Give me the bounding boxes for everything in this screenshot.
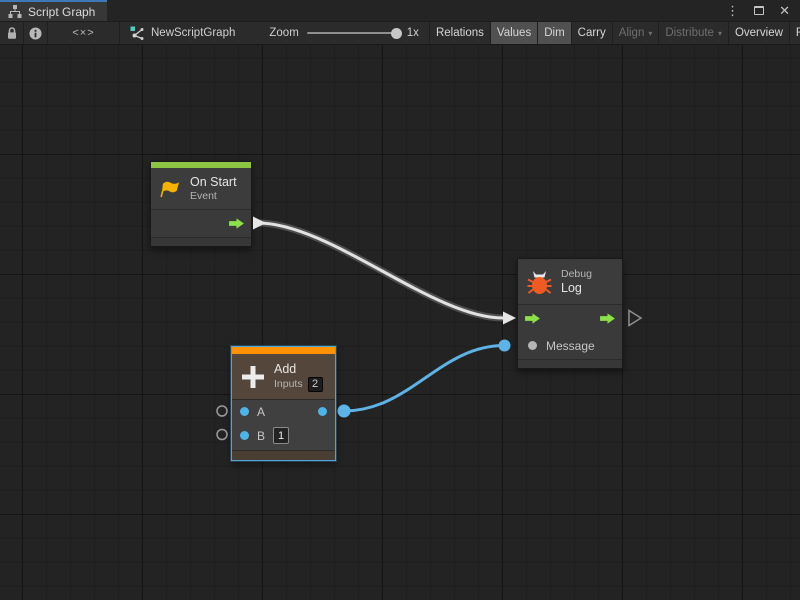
toolbar-button-overview[interactable]: Overview [728,22,789,44]
control-wire-halo [258,223,503,318]
toolbar-button-carry[interactable]: Carry [571,22,612,44]
message-port-label: Message [546,339,595,353]
message-input-port-dot[interactable] [528,341,537,350]
lock-button[interactable] [0,22,24,44]
trigger-output-port-arrow-icon[interactable] [227,217,246,230]
zoom-label: Zoom [269,27,298,39]
toolbar-button-dim[interactable]: Dim [537,22,570,44]
trigger-input-port-arrow-icon[interactable] [523,312,542,325]
node-subtitle: Inputs [274,378,303,391]
node-accent-bar [232,347,335,354]
control-wire-end-arrow-icon [503,312,516,325]
window-controls: ⋮ ✕ [726,0,800,21]
graph-asset-icon [130,26,145,41]
info-button[interactable] [24,22,48,44]
plus-icon [240,364,266,390]
maximize-icon[interactable] [754,6,764,15]
toolbar-button-values[interactable]: Values [490,22,537,44]
node-title: On Start [190,175,237,190]
value-wire-end-dot [499,340,511,352]
trigger-output-port-arrow-icon[interactable] [598,312,617,325]
toolbar-button-relations[interactable]: Relations [429,22,490,44]
toolbar-toggles: Relations Values Dim Carry Align▾ Distri… [429,22,800,44]
lock-icon [6,26,18,40]
zoom-slider[interactable] [307,32,399,34]
zoom-slider-knob[interactable] [391,28,402,39]
unconnected-flow-triangle-icon[interactable] [629,311,641,326]
value-input-a-port-dot[interactable] [240,407,249,416]
port-row-b: B 1 [232,423,335,448]
graph-toolbar: <×> NewScriptGraph Zoom 1x Relations Val… [0,21,800,45]
node-subtitle: Event [190,190,237,203]
graph-asset-button[interactable]: NewScriptGraph [120,22,245,44]
node-add[interactable]: Add Inputs 2 A B 1 [231,346,336,461]
node-header[interactable]: On Start Event [151,168,251,209]
close-icon[interactable]: ✕ [779,4,790,17]
kebab-menu-icon[interactable]: ⋮ [726,4,739,17]
node-header[interactable]: Add Inputs 2 [232,354,335,399]
info-icon [29,27,42,40]
graph-canvas[interactable]: On Start Event Debug Log [0,45,800,600]
node-port-section: A B 1 [232,399,335,450]
node-debug-log[interactable]: Debug Log Message [517,258,623,369]
control-wire[interactable] [258,223,503,318]
unconnected-input-b-circle-icon[interactable] [217,430,227,440]
toolbar-button-align[interactable]: Align▾ [612,22,659,44]
node-footer [151,237,251,246]
connection-layer [0,45,800,600]
port-b-label: B [257,429,265,443]
value-wire-start-dot [338,405,351,418]
graph-name: NewScriptGraph [151,27,235,39]
port-b-value-field[interactable]: 1 [273,427,289,444]
script-graph-tab-icon [8,5,22,18]
input-count-badge[interactable]: 2 [308,377,323,392]
toolbar-button-distribute[interactable]: Distribute▾ [658,22,728,44]
chevron-down-icon: ▾ [648,29,652,38]
node-header[interactable]: Debug Log [518,259,622,304]
flag-icon [159,179,182,198]
node-port-row [151,209,251,237]
port-row-a: A [232,400,335,423]
value-input-b-port-dot[interactable] [240,431,249,440]
chevron-down-icon: ▾ [718,29,722,38]
code-view-icon: <×> [72,27,94,39]
node-message-row: Message [518,332,622,359]
node-on-start[interactable]: On Start Event [150,161,252,247]
node-footer [518,359,622,368]
node-title: Add [274,362,323,377]
node-footer [232,450,335,460]
node-trigger-row [518,304,622,332]
toolbar-button-fullscreen[interactable]: Full S [789,22,800,44]
code-view-button[interactable]: <×> [48,22,120,44]
tab-title: Script Graph [28,5,95,19]
zoom-control: Zoom 1x [245,22,429,44]
tab-script-graph[interactable]: Script Graph [0,0,107,21]
node-category: Debug [561,268,592,281]
value-output-port-dot[interactable] [318,407,327,416]
node-title: Log [561,281,592,296]
unconnected-input-a-circle-icon[interactable] [217,406,227,416]
window-tab-bar: Script Graph ⋮ ✕ [0,0,800,21]
control-wire-start-arrow-icon [253,217,266,230]
zoom-value: 1x [407,27,419,39]
port-a-label: A [257,405,265,419]
value-wire[interactable] [344,346,504,412]
bug-icon [526,268,553,296]
